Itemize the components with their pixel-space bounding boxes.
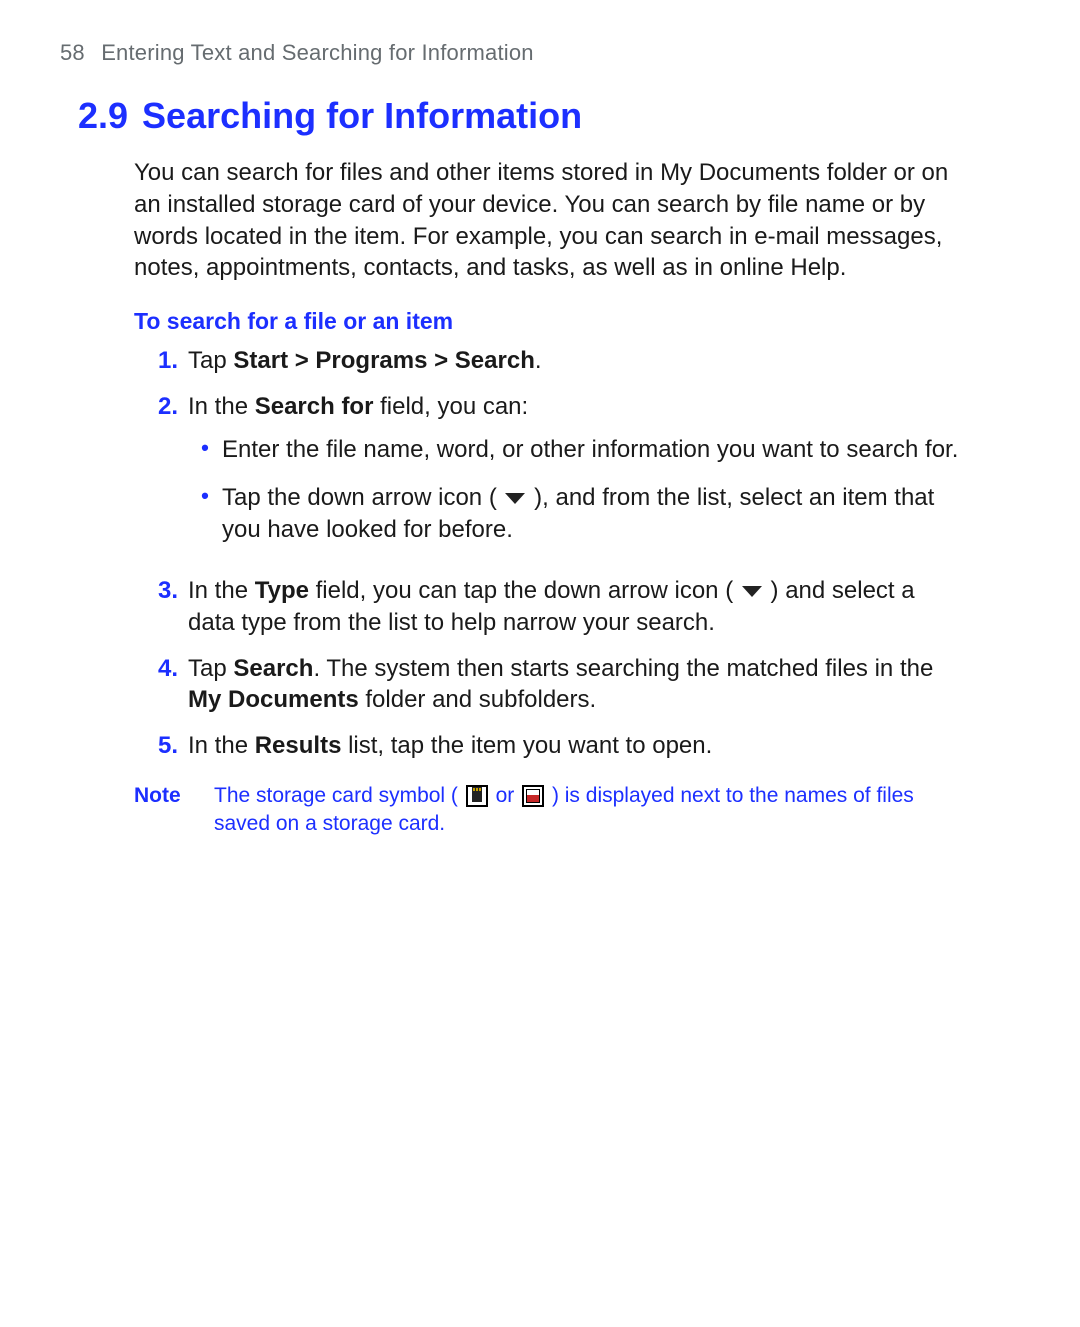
bullet-icon: •	[188, 434, 222, 466]
step-2: 2. In the Search for field, you can: • E…	[134, 391, 964, 562]
chevron-down-icon	[742, 586, 762, 598]
page-number: 58	[60, 40, 85, 65]
step-1: 1. Tap Start > Programs > Search.	[134, 345, 964, 377]
procedure-heading: To search for a file or an item	[134, 308, 1020, 335]
storage-card-icon	[466, 785, 488, 807]
chapter-title: Entering Text and Searching for Informat…	[101, 40, 534, 65]
step-3: 3. In the Type field, you can tap the do…	[134, 575, 964, 638]
bullet-icon: •	[188, 482, 222, 545]
manual-page: 58 Entering Text and Searching for Infor…	[0, 0, 1080, 1327]
step-number: 4.	[134, 653, 188, 716]
storage-card-alt-icon	[522, 785, 544, 807]
note-body: The storage card symbol ( or ) is displa…	[214, 782, 964, 839]
step-body: In the Search for field, you can: • Ente…	[188, 391, 964, 562]
intro-paragraph: You can search for files and other items…	[134, 157, 954, 284]
section-title: Searching for Information	[142, 95, 582, 136]
chevron-down-icon	[505, 493, 525, 505]
step-5: 5. In the Results list, tap the item you…	[134, 730, 964, 762]
step-4: 4. Tap Search. The system then starts se…	[134, 653, 964, 716]
step-number: 3.	[134, 575, 188, 638]
steps-list: 1. Tap Start > Programs > Search. 2. In …	[134, 345, 964, 762]
step-number: 5.	[134, 730, 188, 762]
note-label: Note	[134, 782, 214, 839]
step-number: 1.	[134, 345, 188, 377]
bullet-item: • Enter the file name, word, or other in…	[188, 434, 964, 466]
running-header: 58 Entering Text and Searching for Infor…	[60, 40, 1020, 66]
step-body: In the Type field, you can tap the down …	[188, 575, 964, 638]
step-number: 2.	[134, 391, 188, 562]
section-number: 2.9	[78, 95, 128, 136]
bullet-item: • Tap the down arrow icon ( ), and from …	[188, 482, 964, 545]
sub-bullets: • Enter the file name, word, or other in…	[188, 434, 964, 545]
note: Note The storage card symbol ( or ) is d…	[134, 782, 964, 839]
step-body: Tap Search. The system then starts searc…	[188, 653, 964, 716]
step-body: In the Results list, tap the item you wa…	[188, 730, 964, 762]
step-body: Tap Start > Programs > Search.	[188, 345, 964, 377]
section-heading: 2.9 Searching for Information	[78, 94, 1020, 137]
